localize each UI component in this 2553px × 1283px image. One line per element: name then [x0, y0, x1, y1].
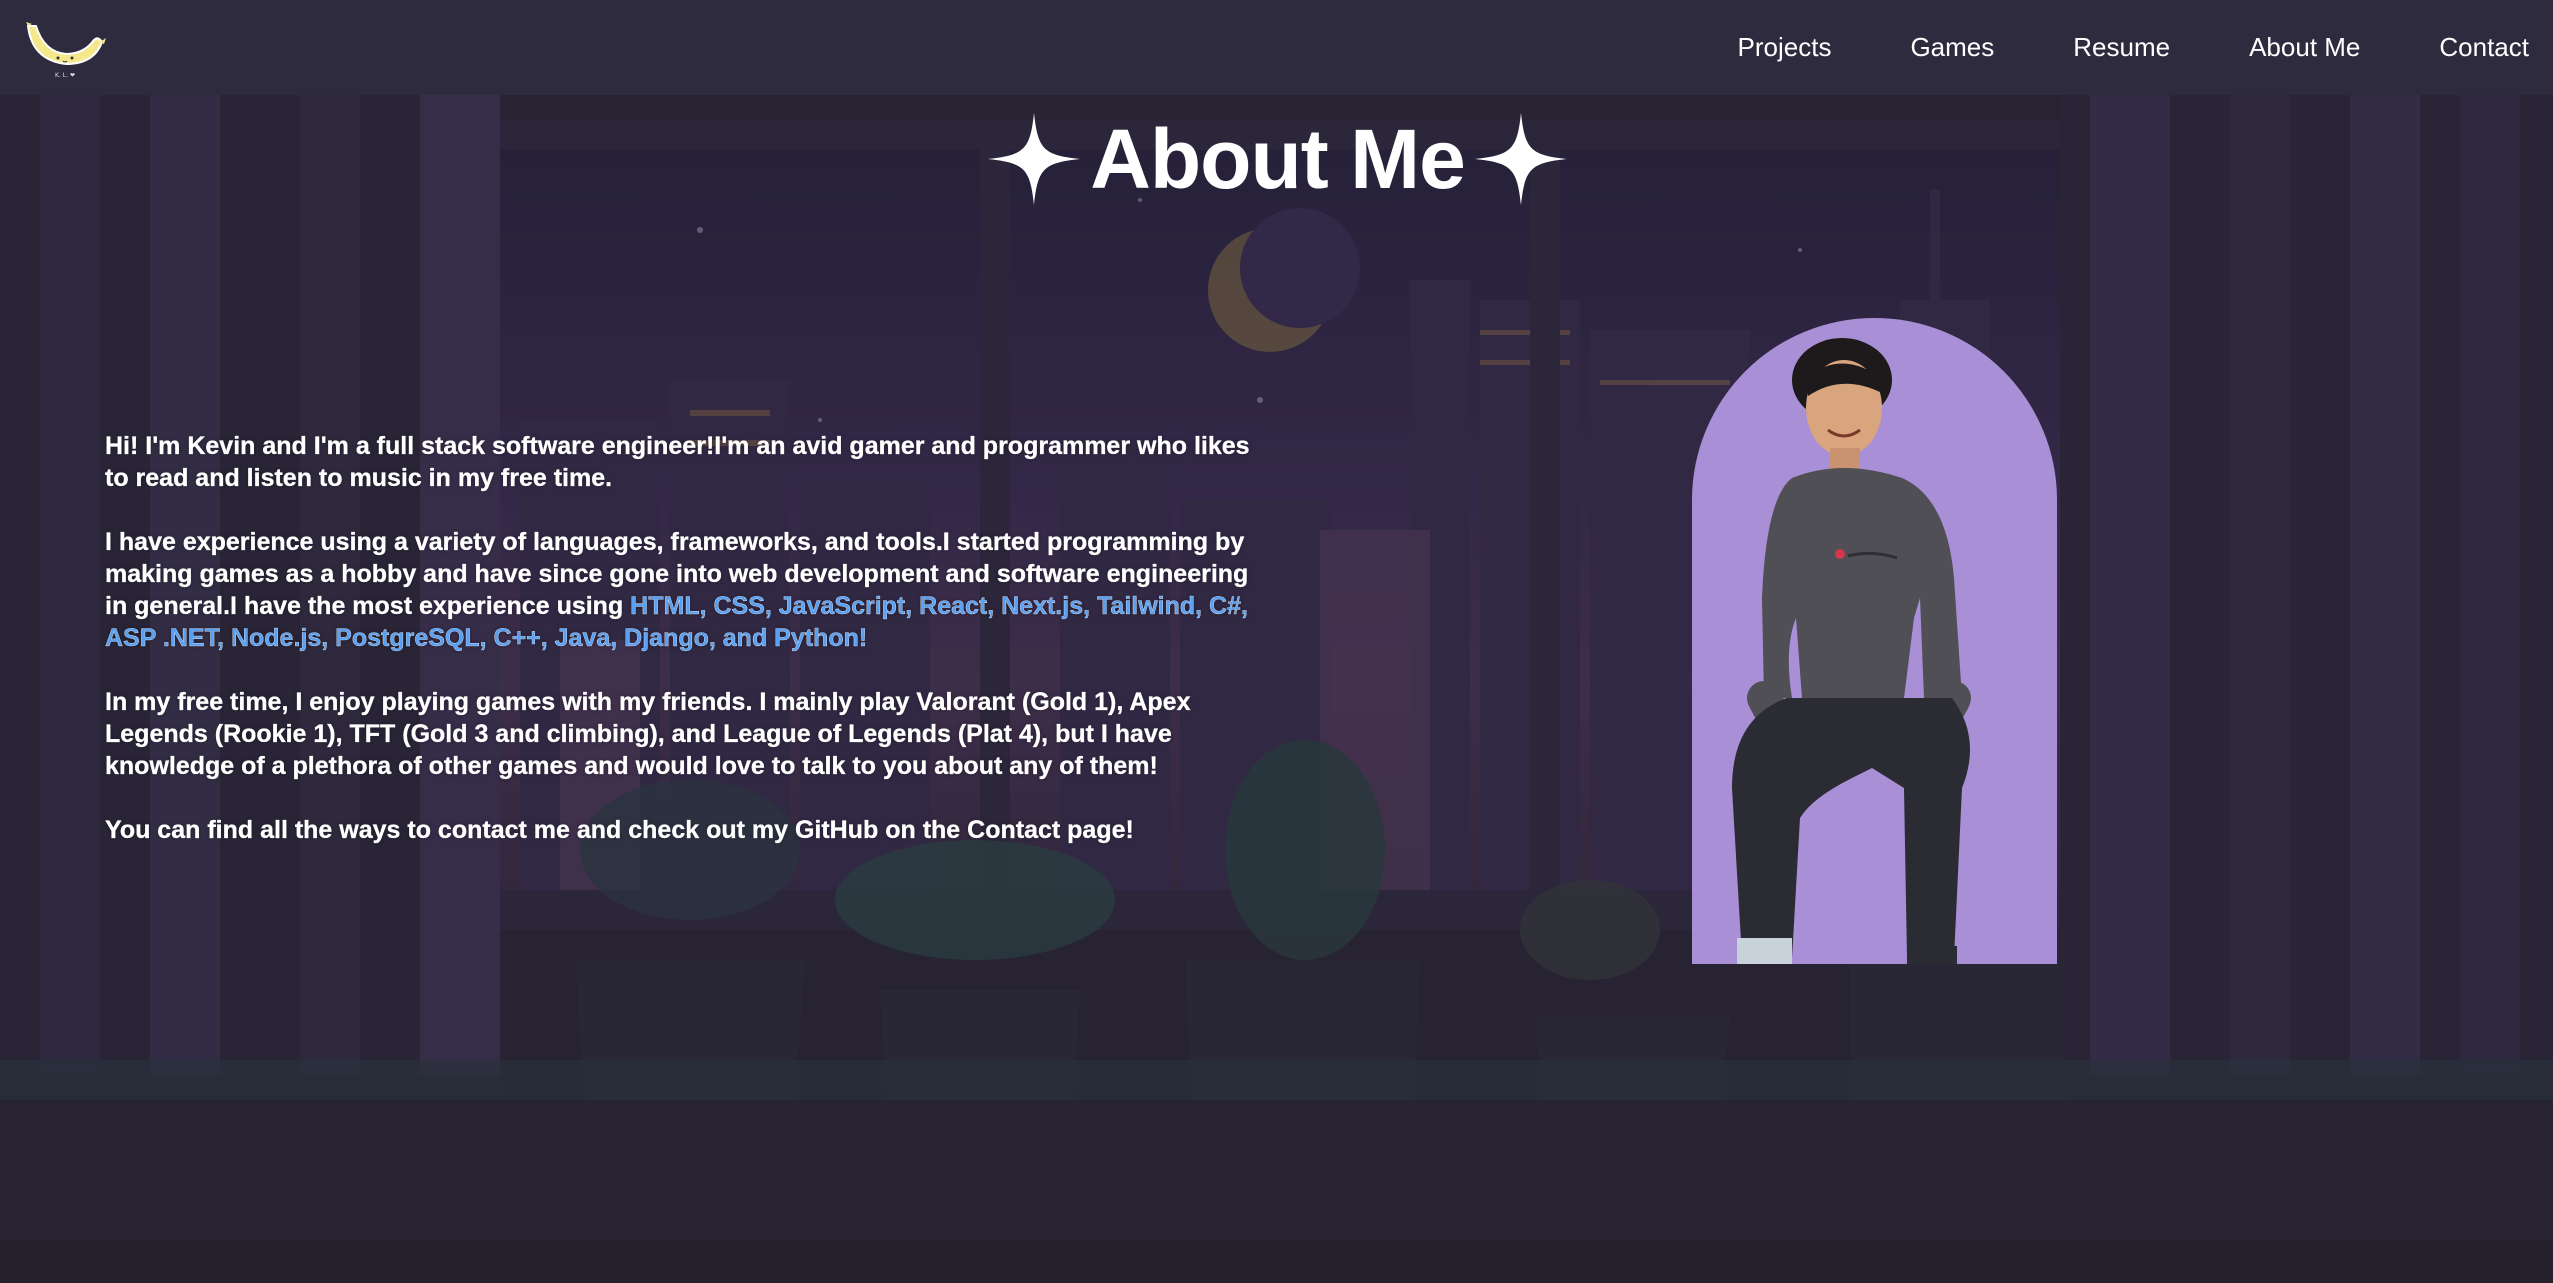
- nav-link-contact[interactable]: Contact: [2439, 32, 2529, 63]
- banana-logo-icon[interactable]: K. L. ❤: [22, 20, 108, 80]
- navbar: K. L. ❤ Projects Games Resume About Me C…: [0, 0, 2553, 95]
- nav-link-projects[interactable]: Projects: [1738, 32, 1832, 63]
- sparkle-left-icon: [988, 112, 1081, 206]
- nav-link-about-me[interactable]: About Me: [2249, 32, 2360, 63]
- portrait-photo: [1692, 318, 2057, 964]
- games-paragraph: In my free time, I enjoy playing games w…: [105, 688, 1191, 780]
- svg-text:K. L. ❤: K. L. ❤: [55, 72, 75, 79]
- contact-paragraph: You can find all the ways to contact me …: [105, 816, 1134, 844]
- about-content: Hi! I'm Kevin and I'm a full stack softw…: [105, 430, 1255, 878]
- page-title: About Me: [1090, 111, 1466, 206]
- page-title-row: About Me: [988, 104, 1567, 214]
- experience-paragraph: I have experience using a variety of lan…: [105, 526, 1255, 654]
- nav-link-games[interactable]: Games: [1910, 32, 1994, 63]
- nav-links: Projects Games Resume About Me Contact: [1659, 0, 2529, 95]
- intro-paragraph: Hi! I'm Kevin and I'm a full stack softw…: [105, 432, 1250, 492]
- sparkle-right-icon: [1474, 112, 1567, 206]
- nav-link-resume[interactable]: Resume: [2073, 32, 2170, 63]
- page: K. L. ❤ Projects Games Resume About Me C…: [0, 0, 2553, 1283]
- person-portrait-icon: [1732, 338, 1971, 964]
